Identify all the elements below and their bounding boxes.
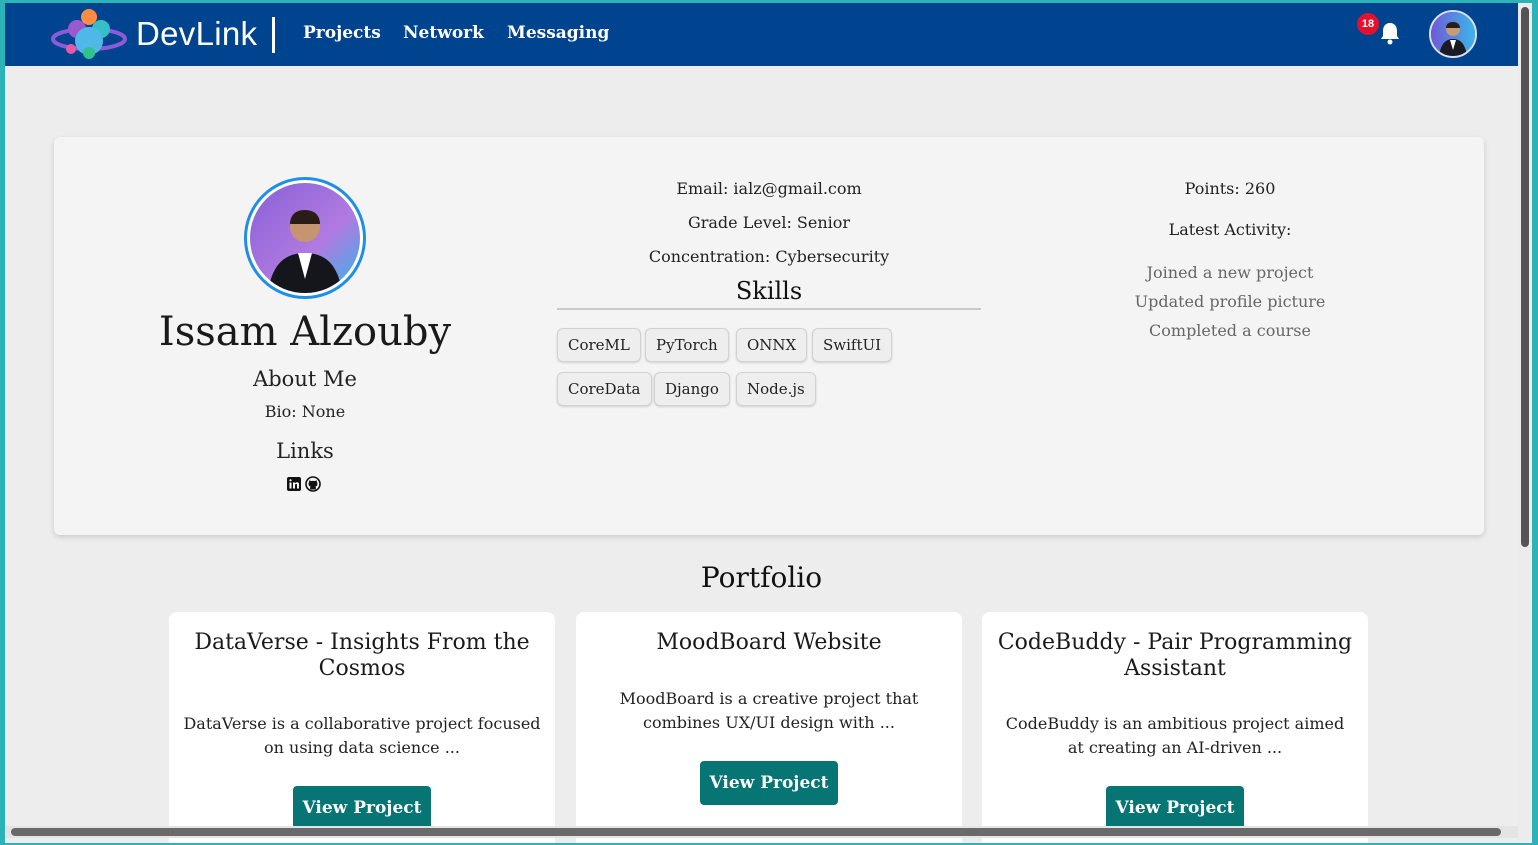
project-card: MoodBoard Website MoodBoard is a creativ… <box>576 612 962 843</box>
project-title: MoodBoard Website <box>656 630 882 655</box>
activity-item: Joined a new project <box>1146 263 1314 282</box>
activity-list: Joined a new project Updated profile pic… <box>1054 258 1406 345</box>
activity-item: Completed a course <box>1149 321 1311 340</box>
link-icons <box>286 476 321 492</box>
profile-card: Issam Alzouby About Me Bio: None Links E… <box>54 137 1484 535</box>
project-card: DataVerse - Insights From the Cosmos Dat… <box>169 612 555 843</box>
devlink-logo-icon[interactable] <box>51 7 127 61</box>
skills-divider <box>557 308 981 310</box>
linkedin-icon[interactable] <box>286 476 302 492</box>
notification-badge[interactable]: 18 <box>1357 13 1379 35</box>
activity-item: Updated profile picture <box>1134 292 1326 311</box>
browser-window: DevLink Projects Network Messaging 18 Is… <box>5 3 1518 843</box>
profile-name: Issam Alzouby <box>158 309 452 355</box>
github-icon[interactable] <box>305 476 321 492</box>
points-text: Points: 260 <box>1184 179 1276 198</box>
horizontal-scrollbar[interactable] <box>5 826 1518 838</box>
about-me-heading: About Me <box>253 367 357 391</box>
bio-text: Bio: None <box>264 402 346 421</box>
view-project-button[interactable]: View Project <box>293 786 431 830</box>
brand-divider <box>272 17 275 53</box>
profile-avatar[interactable] <box>244 177 366 299</box>
skills-heading: Skills <box>735 277 803 305</box>
vertical-scrollbar-thumb[interactable] <box>1521 7 1529 547</box>
vertical-scrollbar[interactable] <box>1518 3 1532 843</box>
latest-activity-heading: Latest Activity: <box>1168 220 1292 239</box>
project-description: MoodBoard is a creative project that com… <box>619 689 919 732</box>
email-text: Email: ialz@gmail.com <box>676 179 862 198</box>
project-title: CodeBuddy - Pair Programming Assistant <box>997 630 1353 681</box>
nav-projects-link[interactable]: Projects <box>303 23 381 43</box>
portfolio-heading: Portfolio <box>700 561 823 594</box>
nav-network-link[interactable]: Network <box>403 23 484 43</box>
project-description: DataVerse is a collaborative project foc… <box>183 714 541 757</box>
skill-chip[interactable]: ONNX <box>736 328 808 362</box>
navbar: DevLink Projects Network Messaging 18 <box>5 3 1518 66</box>
skill-chip[interactable]: Django <box>654 372 730 406</box>
skill-chip[interactable]: Node.js <box>736 372 816 406</box>
skill-chip[interactable]: SwiftUI <box>812 328 893 362</box>
bell-icon[interactable] <box>1379 21 1401 45</box>
brand-name[interactable]: DevLink <box>136 15 257 53</box>
profile-photo <box>250 183 360 293</box>
avatar-image <box>1431 12 1475 56</box>
project-title: DataVerse - Insights From the Cosmos <box>194 630 530 681</box>
view-project-button[interactable]: View Project <box>700 761 838 805</box>
skill-chip[interactable]: CoreData <box>557 372 652 406</box>
project-card: CodeBuddy - Pair Programming Assistant C… <box>982 612 1368 843</box>
grade-level-text: Grade Level: Senior <box>687 213 851 232</box>
nav-messaging-link[interactable]: Messaging <box>507 23 609 43</box>
view-project-button[interactable]: View Project <box>1106 786 1244 830</box>
horizontal-scrollbar-thumb[interactable] <box>11 828 1501 836</box>
project-description: CodeBuddy is an ambitious project aimed … <box>1005 714 1345 757</box>
user-avatar[interactable] <box>1429 10 1477 58</box>
concentration-text: Concentration: Cybersecurity <box>648 247 890 266</box>
skill-chip[interactable]: PyTorch <box>645 328 729 362</box>
links-heading: Links <box>276 439 334 463</box>
skill-chip[interactable]: CoreML <box>557 328 641 362</box>
